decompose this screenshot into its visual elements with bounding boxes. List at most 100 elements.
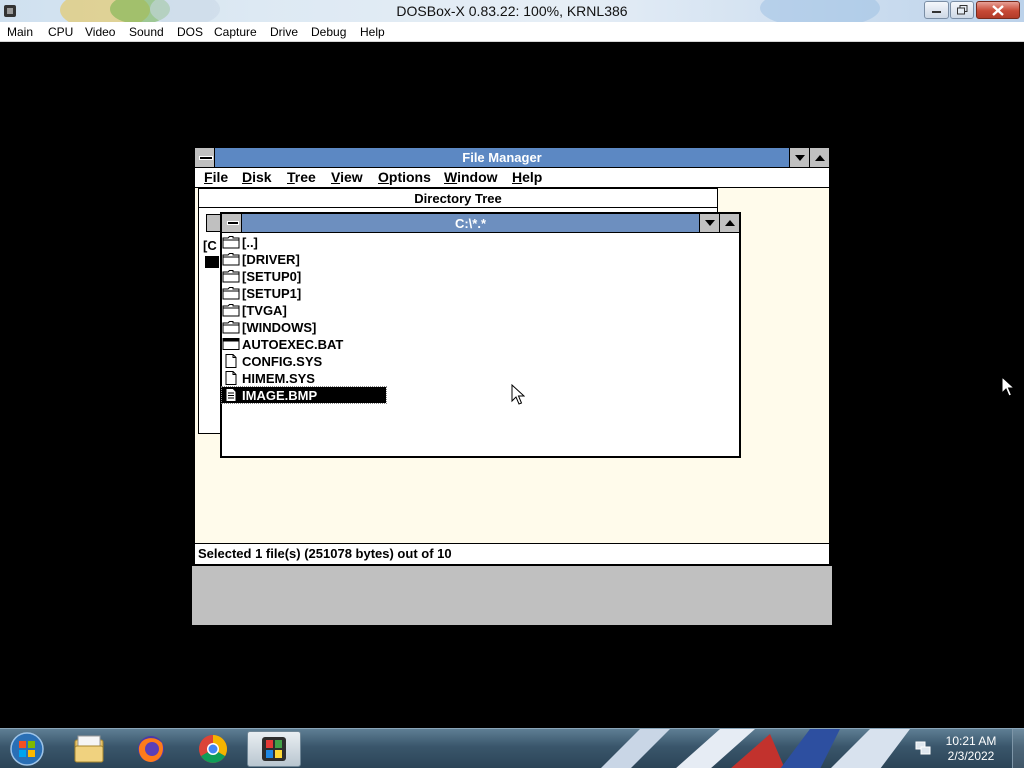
fm-minimize-button[interactable]: [789, 148, 809, 167]
folder-icon: [222, 253, 240, 266]
file-name: [WINDOWS]: [242, 319, 317, 335]
file-name: [SETUP1]: [242, 285, 302, 301]
fm-menu-view-label: iew: [340, 169, 363, 185]
fm-menu-tree[interactable]: Tree: [287, 169, 316, 185]
dir-minimize-button[interactable]: [699, 214, 719, 232]
show-desktop-button[interactable]: [1012, 729, 1024, 768]
wallpaper-art: [601, 729, 910, 768]
fm-menu-view-hotkey: V: [331, 169, 341, 185]
start-button[interactable]: [0, 731, 54, 767]
fm-menu-view[interactable]: View: [331, 169, 363, 185]
file-item[interactable]: [SETUP0]: [222, 268, 301, 284]
fm-menu-options-hotkey: O: [378, 169, 389, 185]
taskbar-dosbox-active[interactable]: [247, 731, 301, 767]
file-item-selected[interactable]: IMAGE.BMP: [221, 386, 387, 404]
file-explorer-icon: [74, 735, 104, 763]
file-item[interactable]: [SETUP1]: [222, 285, 301, 301]
file-name: CONFIG.SYS: [242, 353, 323, 369]
dir-system-menu-button[interactable]: [222, 214, 242, 232]
taskbar-firefox[interactable]: [124, 731, 178, 767]
dir-maximize-button[interactable]: [719, 214, 739, 232]
file-manager-window: File Manager File Disk Tree View Options…: [193, 146, 831, 566]
chrome-icon: [199, 735, 227, 763]
fm-maximize-button[interactable]: [809, 148, 829, 167]
directory-tree-title: Directory Tree: [199, 189, 717, 208]
file-icon: [225, 371, 237, 385]
host-titlebar: DOSBox-X 0.83.22: 100%, KRNL386: [0, 0, 1024, 22]
fm-menu-help-hotkey: H: [512, 169, 523, 185]
file-name: [TVGA]: [242, 302, 287, 318]
file-name: [..]: [242, 234, 258, 250]
fm-menu-tree-label: ree: [294, 169, 316, 185]
fm-menu-window[interactable]: Window: [444, 169, 498, 185]
file-item[interactable]: [..]: [222, 234, 258, 250]
maximize-arrow-icon: [814, 154, 825, 161]
directory-window: C:\*.* [..] [DRIVER] [SETUP0] [SETUP1] […: [220, 212, 741, 458]
menu-cpu[interactable]: CPU: [48, 25, 73, 39]
status-bar: Selected 1 file(s) (251078 bytes) out of…: [195, 543, 829, 564]
menu-drive[interactable]: Drive: [270, 25, 298, 39]
tree-folder-icon[interactable]: [205, 256, 219, 268]
taskbar-chrome[interactable]: [186, 731, 240, 767]
menu-main[interactable]: Main: [7, 25, 33, 39]
minimize-icon: [931, 11, 941, 13]
restore-button[interactable]: [950, 1, 974, 19]
fm-menu-file-hotkey: F: [204, 169, 213, 185]
directory-window-title: C:\*.*: [454, 216, 487, 231]
file-item[interactable]: [TVGA]: [222, 302, 287, 318]
taskbar-clock[interactable]: 10:21 AM 2/3/2022: [938, 734, 1004, 764]
taskbar-explorer[interactable]: [62, 731, 116, 767]
file-icon: [225, 354, 237, 368]
file-manager-title: File Manager: [462, 150, 542, 165]
file-manager-titlebar[interactable]: File Manager: [195, 148, 829, 168]
file-name: AUTOEXEC.BAT: [242, 336, 344, 352]
window-title: DOSBox-X 0.83.22: 100%, KRNL386: [396, 3, 628, 19]
taskbar: 10:21 AM 2/3/2022: [0, 728, 1024, 768]
folder-icon: [222, 304, 240, 317]
tree-drive-label[interactable]: [C: [203, 238, 217, 253]
system-menu-button[interactable]: [195, 148, 215, 167]
network-icon[interactable]: [915, 740, 931, 756]
restore-icon: [956, 5, 967, 15]
clock-time: 10:21 AM: [945, 734, 997, 748]
minimize-button[interactable]: [924, 1, 949, 19]
host-cursor-icon: [1001, 376, 1015, 397]
menu-debug[interactable]: Debug: [311, 25, 346, 39]
fm-menu-window-label: indow: [457, 169, 498, 185]
file-item[interactable]: AUTOEXEC.BAT: [222, 336, 343, 352]
file-item[interactable]: [WINDOWS]: [222, 319, 316, 335]
file-item[interactable]: CONFIG.SYS: [222, 353, 322, 369]
fm-menu-disk[interactable]: Disk: [242, 169, 272, 185]
fm-menu-help[interactable]: Help: [512, 169, 542, 185]
file-item[interactable]: HIMEM.SYS: [222, 370, 315, 386]
system-menu-icon: [227, 221, 239, 225]
document-icon: [225, 388, 237, 402]
close-icon: [992, 4, 1004, 16]
file-name: HIMEM.SYS: [242, 370, 315, 386]
close-button[interactable]: [976, 1, 1020, 19]
folder-icon: [222, 236, 240, 249]
fm-menu-file[interactable]: File: [204, 169, 228, 185]
fm-menu-disk-label: isk: [252, 169, 272, 185]
fm-menu-help-label: elp: [522, 169, 543, 185]
menu-dos[interactable]: DOS: [177, 25, 203, 39]
folder-icon: [222, 321, 240, 334]
menu-help[interactable]: Help: [360, 25, 385, 39]
file-list: [..] [DRIVER] [SETUP0] [SETUP1] [TVGA] […: [221, 233, 739, 456]
firefox-icon: [138, 736, 164, 762]
dosbox-icon: [262, 737, 286, 761]
system-menu-icon: [199, 156, 213, 160]
menu-video[interactable]: Video: [85, 25, 115, 39]
file-name: [DRIVER]: [242, 251, 300, 267]
directory-window-titlebar[interactable]: C:\*.*: [222, 214, 739, 233]
folder-icon: [222, 287, 240, 300]
menu-capture[interactable]: Capture: [214, 25, 257, 39]
fm-menu-options-label: ptions: [388, 169, 431, 185]
minimize-arrow-icon: [794, 154, 805, 161]
file-item[interactable]: [DRIVER]: [222, 251, 300, 267]
menu-sound[interactable]: Sound: [129, 25, 164, 39]
fm-menu-options[interactable]: Options: [378, 169, 431, 185]
directory-tree-title-text: Directory Tree: [414, 191, 502, 206]
fm-menu-file-label: ile: [212, 169, 229, 185]
mouse-cursor-icon: [511, 384, 525, 405]
